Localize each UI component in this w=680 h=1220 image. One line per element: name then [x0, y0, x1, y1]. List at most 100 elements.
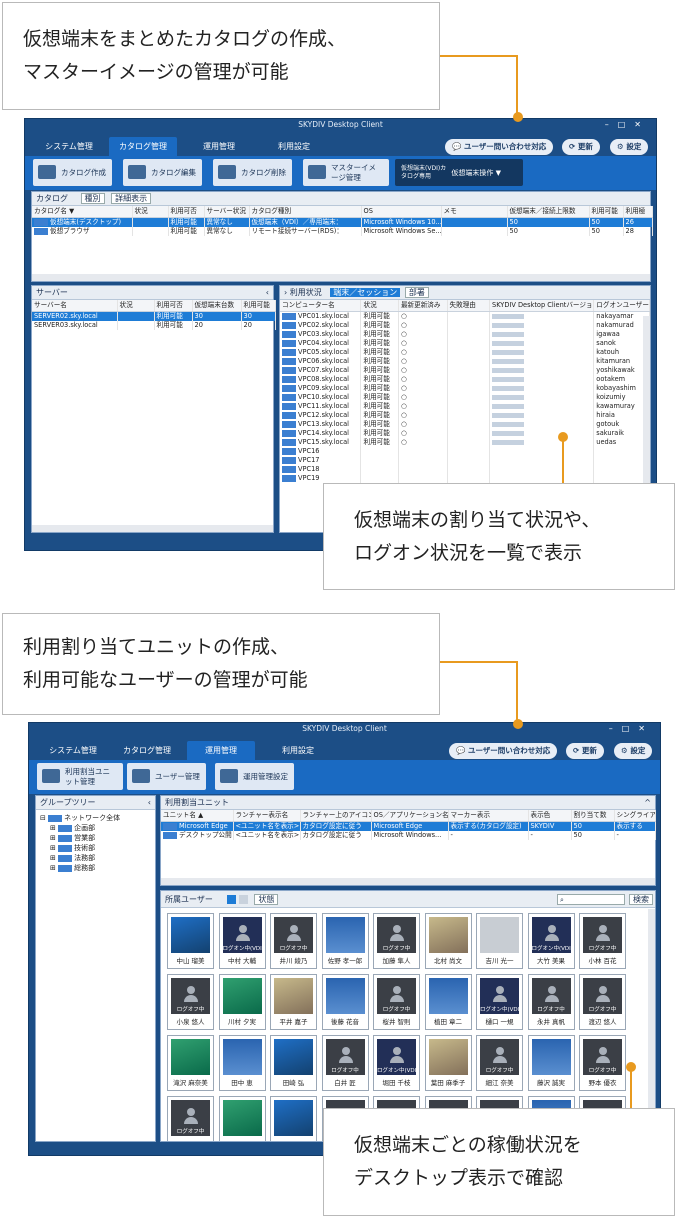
tree-item[interactable]: ⊞ 技術部	[40, 843, 151, 853]
desktop-thumbnail[interactable]: 平井 嘉子	[270, 974, 317, 1030]
table-row[interactable]: VPC03.sky.local 利用可能 ○ igawaa	[280, 330, 650, 339]
table-row[interactable]: 仮想ブラウザ 利用可能 異常なし リモート接続サーバー(RDS)： Microsoft …	[32, 227, 653, 236]
desktop-thumbnail[interactable]	[218, 1096, 266, 1141]
desktop-thumbnail[interactable]: ログオフ中 小泉 悠人	[167, 974, 214, 1030]
user-manage-button[interactable]: ユーザー管理	[127, 763, 206, 790]
table-row[interactable]: VPC01.sky.local 利用可能 ○ nakayamar	[280, 311, 650, 321]
desktop-thumbnail[interactable]: ログオフ中	[167, 1096, 214, 1141]
tab-usage-settings[interactable]: 利用設定	[260, 137, 328, 156]
catalog-hscroll[interactable]	[32, 274, 650, 281]
tree-item[interactable]: ⊞ 総務部	[40, 863, 151, 873]
desktop-thumbnail[interactable]: 植田 章二	[424, 974, 472, 1030]
desktop-thumbnail[interactable]: 川村 夕実	[218, 974, 266, 1030]
edit-catalog-button[interactable]: カタログ編集	[123, 159, 202, 186]
table-row[interactable]: VPC08.sky.local 利用可能 ○ ootakem	[280, 375, 650, 384]
desktop-thumbnail[interactable]: ログオフ中 小林 百花	[579, 913, 626, 969]
table-row[interactable]: VPC19	[280, 474, 650, 483]
table-row[interactable]: 仮想端末(デスクトップ) 利用可能 異常なし 仮想端末（VDI）／専用端末： Micro…	[32, 217, 653, 227]
desktop-thumbnail[interactable]: ログオン中(VDI) 中村 大輔	[218, 913, 266, 969]
table-row[interactable]: Microsoft Edge <ユニット名を表示> カタログ設定に従う Microso…	[161, 821, 656, 831]
tab-system[interactable]: システム管理	[39, 741, 107, 760]
tree-item[interactable]: ⊞ 法務部	[40, 853, 151, 863]
detail-button[interactable]: 詳細表示	[111, 193, 152, 204]
table-row[interactable]: VPC05.sky.local 利用可能 ○ katouh	[280, 348, 650, 357]
tree-item[interactable]: ⊞ 営業部	[40, 833, 151, 843]
expand-icon[interactable]: ›	[284, 288, 287, 297]
inquiry-button[interactable]: 💬 ユーザー問い合わせ対応	[449, 743, 558, 759]
collapse-icon[interactable]: ‹	[266, 286, 269, 300]
members-vscroll[interactable]	[648, 909, 655, 1141]
tab-usage-settings[interactable]: 利用設定	[264, 741, 332, 760]
desktop-thumbnail[interactable]: 葉田 麻季子	[424, 1035, 472, 1091]
table-row[interactable]: VPC07.sky.local 利用可能 ○ yoshikawak	[280, 366, 650, 375]
tree-item-root[interactable]: ⊟ ネットワーク全体	[40, 813, 151, 823]
table-row[interactable]: VPC10.sky.local 利用可能 ○ koizumiy	[280, 393, 650, 402]
table-row[interactable]: SERVER02.sky.local 利用可能 30 30	[32, 311, 276, 321]
tab-catalog[interactable]: カタログ管理	[113, 741, 181, 760]
desktop-thumbnail[interactable]: 後藤 花音	[321, 974, 369, 1030]
desktop-thumbnail[interactable]: 田中 恵	[218, 1035, 266, 1091]
desktop-thumbnail[interactable]: 藤沢 誠実	[527, 1035, 575, 1091]
table-row[interactable]: VPC18	[280, 465, 650, 474]
refresh-button[interactable]: ⟳ 更新	[566, 743, 604, 759]
create-catalog-button[interactable]: カタログ作成	[33, 159, 112, 186]
tab-operation[interactable]: 運用管理	[187, 741, 255, 760]
table-row[interactable]: VPC09.sky.local 利用可能 ○ kobayashim	[280, 384, 650, 393]
desktop-thumbnail[interactable]: ログオフ中 井川 綾乃	[270, 913, 317, 969]
collapse-icon[interactable]: ^	[644, 796, 651, 810]
desktop-thumbnail[interactable]: 北村 尚文	[424, 913, 472, 969]
tab-catalog[interactable]: カタログ管理	[109, 137, 177, 156]
table-row[interactable]: VPC13.sky.local 利用可能 ○ gotouk	[280, 420, 650, 429]
table-row[interactable]: VPC11.sky.local 利用可能 ○ kawamuray	[280, 402, 650, 411]
unit-manage-button[interactable]: 利用割当ユニット管理	[37, 763, 123, 790]
state-filter[interactable]: 状態	[254, 894, 279, 905]
table-row[interactable]: VPC17	[280, 456, 650, 465]
table-row[interactable]: VPC15.sky.local 利用可能 ○ uedas	[280, 438, 650, 447]
desktop-thumbnail[interactable]: ログオフ中 細江 奈美	[476, 1035, 523, 1091]
desktop-thumbnail[interactable]: ログオフ中 野本 優衣	[579, 1035, 626, 1091]
desktop-thumbnail[interactable]: 滝沢 麻奈美	[167, 1035, 214, 1091]
master-image-button[interactable]: マスターイメージ管理	[303, 159, 389, 186]
desktop-thumbnail[interactable]: 吉川 光一	[476, 913, 523, 969]
list-view-icon[interactable]	[238, 895, 248, 904]
desktop-thumbnail[interactable]	[270, 1096, 317, 1141]
usage-tab-terminal[interactable]: 端末／セッション	[330, 288, 401, 297]
inquiry-button[interactable]: 💬 ユーザー問い合わせ対応	[445, 139, 554, 155]
server-hscroll[interactable]	[32, 525, 273, 532]
table-row[interactable]: デスクトップ公開 <ユニット名を表示> カタログ設定に従う Microsoft Win…	[161, 831, 656, 840]
window-controls[interactable]: –□✕	[605, 119, 650, 131]
unit-hscroll[interactable]	[161, 878, 655, 885]
operation-settings-button[interactable]: 運用管理設定	[215, 763, 294, 790]
delete-catalog-button[interactable]: カタログ削除	[213, 159, 292, 186]
refresh-button[interactable]: ⟳ 更新	[562, 139, 600, 155]
table-row[interactable]: VPC14.sky.local 利用可能 ○ sakuraik	[280, 429, 650, 438]
desktop-thumbnail[interactable]: ログオン中(VDI) 堀田 千枝	[373, 1035, 420, 1091]
desktop-thumbnail[interactable]: ログオン中(VDI) 樋口 一規	[476, 974, 523, 1030]
table-row[interactable]: VPC16	[280, 447, 650, 456]
desktop-thumbnail[interactable]: ログオン中(VDI) 大竹 美果	[527, 913, 575, 969]
collapse-icon[interactable]: ‹	[148, 796, 151, 810]
tab-system[interactable]: システム管理	[35, 137, 103, 156]
grid-view-icon[interactable]	[227, 895, 237, 904]
window-controls[interactable]: –□✕	[609, 723, 654, 735]
table-row[interactable]: SERVER03.sky.local 利用可能 20 20	[32, 321, 276, 330]
usage-tab-department[interactable]: 部署	[404, 287, 429, 298]
desktop-thumbnail[interactable]: 田崎 弘	[270, 1035, 317, 1091]
desktop-thumbnail[interactable]: 中山 瑠美	[167, 913, 214, 969]
desktop-thumbnail[interactable]: ログオフ中 桜井 智則	[373, 974, 420, 1030]
desktop-thumbnail[interactable]: 佐野 孝一郎	[321, 913, 369, 969]
desktop-thumbnail[interactable]: ログオフ中 永井 真帆	[527, 974, 575, 1030]
table-row[interactable]: VPC06.sky.local 利用可能 ○ kitamuran	[280, 357, 650, 366]
search-input[interactable]: ⌕	[557, 894, 625, 905]
settings-button[interactable]: ⚙ 設定	[610, 139, 649, 155]
desktop-thumbnail[interactable]: ログオフ中 渡辺 悠人	[579, 974, 626, 1030]
search-button[interactable]: 検索	[629, 894, 653, 905]
desktop-thumbnail[interactable]: ログオフ中 白井 匠	[321, 1035, 369, 1091]
table-row[interactable]: VPC02.sky.local 利用可能 ○ nakamurad	[280, 321, 650, 330]
vdi-action-button[interactable]: 仮想端末操作 ▼	[451, 169, 501, 177]
kind-filter[interactable]: 種別	[80, 193, 105, 204]
table-row[interactable]: VPC12.sky.local 利用可能 ○ hiraia	[280, 411, 650, 420]
table-row[interactable]: VPC04.sky.local 利用可能 ○ sanok	[280, 339, 650, 348]
tab-operation[interactable]: 運用管理	[185, 137, 253, 156]
settings-button[interactable]: ⚙ 設定	[614, 743, 653, 759]
